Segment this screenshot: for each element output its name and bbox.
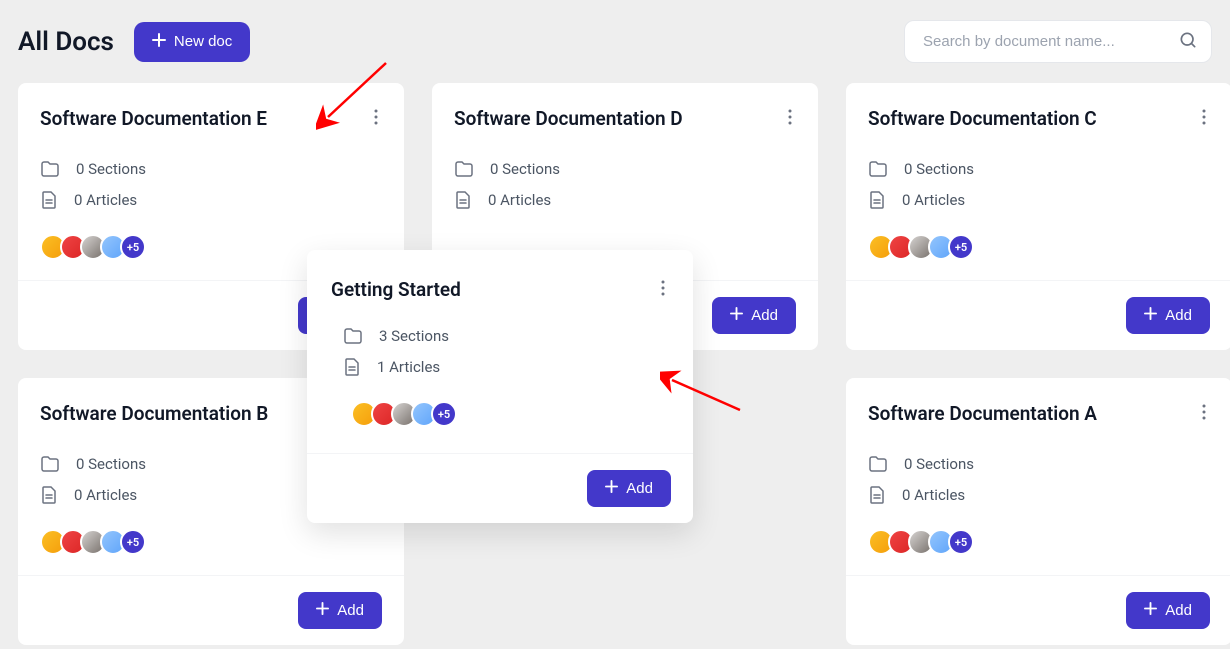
document-icon (868, 485, 886, 505)
card-title: Software Documentation B (40, 402, 268, 425)
card-footer: Add (18, 575, 404, 645)
add-label: Add (1165, 307, 1192, 324)
dots-vertical-icon (1202, 109, 1206, 125)
add-label: Add (626, 480, 653, 497)
avatar-more: +5 (431, 401, 457, 427)
add-button[interactable]: Add (587, 470, 671, 507)
articles-row: 0 Articles (868, 190, 1210, 210)
page-title: All Docs (18, 27, 114, 57)
articles-row: 0 Articles (868, 485, 1210, 505)
doc-card: Software Documentation A 0 Sections 0 Ar… (846, 378, 1230, 645)
sections-text: 3 Sections (379, 327, 449, 345)
sections-text: 0 Sections (904, 160, 974, 178)
dragged-card[interactable]: Getting Started 3 Sections 1 Articles +5… (307, 250, 693, 523)
search-wrap (904, 20, 1212, 63)
page-header: All Docs New doc (0, 0, 1230, 83)
folder-icon (40, 160, 60, 178)
add-button[interactable]: Add (298, 592, 382, 629)
sections-text: 0 Sections (904, 455, 974, 473)
dots-vertical-icon (374, 109, 378, 125)
new-doc-button[interactable]: New doc (134, 22, 250, 62)
card-footer: Add (846, 280, 1230, 350)
card-title: Software Documentation A (868, 402, 1097, 425)
articles-row: 1 Articles (331, 357, 669, 377)
card-footer: Add (846, 575, 1230, 645)
folder-icon (868, 160, 888, 178)
articles-text: 0 Articles (74, 191, 137, 209)
add-label: Add (751, 307, 778, 324)
add-button[interactable]: Add (1126, 592, 1210, 629)
card-title-row: Getting Started (331, 276, 669, 303)
avatar-more: +5 (948, 529, 974, 555)
sections-text: 0 Sections (76, 455, 146, 473)
avatar-more: +5 (120, 529, 146, 555)
search-icon (1178, 30, 1198, 54)
card-title-row: Software Documentation C (868, 105, 1210, 132)
plus-icon (152, 33, 166, 51)
folder-icon (868, 455, 888, 473)
sections-row: 0 Sections (868, 455, 1210, 473)
card-footer: Add (307, 453, 693, 523)
sections-row: 0 Sections (40, 160, 382, 178)
card-menu-button[interactable] (657, 276, 669, 303)
card-menu-button[interactable] (1198, 400, 1210, 427)
folder-icon (454, 160, 474, 178)
plus-icon (1144, 602, 1157, 619)
add-label: Add (1165, 602, 1192, 619)
avatar-more: +5 (948, 234, 974, 260)
avatar-group: +5 (40, 529, 382, 555)
articles-text: 0 Articles (488, 191, 551, 209)
articles-row: 0 Articles (40, 190, 382, 210)
folder-icon (343, 327, 363, 345)
document-icon (40, 485, 58, 505)
card-title: Software Documentation E (40, 107, 267, 130)
header-left: All Docs New doc (18, 22, 250, 62)
plus-icon (605, 480, 618, 497)
dots-vertical-icon (661, 280, 665, 296)
sections-row: 0 Sections (454, 160, 796, 178)
avatar-group: +5 (868, 234, 1210, 260)
document-icon (454, 190, 472, 210)
avatar-group: +5 (351, 401, 669, 427)
document-icon (40, 190, 58, 210)
card-title-row: Software Documentation D (454, 105, 796, 132)
new-doc-label: New doc (174, 33, 232, 50)
dots-vertical-icon (788, 109, 792, 125)
card-title-row: Software Documentation A (868, 400, 1210, 427)
card-menu-button[interactable] (784, 105, 796, 132)
card-title-row: Software Documentation E (40, 105, 382, 132)
add-label: Add (337, 602, 364, 619)
document-icon (343, 357, 361, 377)
avatar-group: +5 (868, 529, 1210, 555)
search-input[interactable] (904, 20, 1212, 63)
sections-row: 0 Sections (868, 160, 1210, 178)
articles-text: 0 Articles (902, 486, 965, 504)
sections-text: 0 Sections (490, 160, 560, 178)
articles-text: 0 Articles (902, 191, 965, 209)
sections-text: 0 Sections (76, 160, 146, 178)
document-icon (868, 190, 886, 210)
doc-card: Software Documentation C 0 Sections 0 Ar… (846, 83, 1230, 350)
card-title: Software Documentation C (868, 107, 1097, 130)
card-title: Software Documentation D (454, 107, 683, 130)
avatar-more: +5 (120, 234, 146, 260)
plus-icon (1144, 307, 1157, 324)
plus-icon (730, 307, 743, 324)
folder-icon (40, 455, 60, 473)
card-title: Getting Started (331, 278, 461, 301)
sections-row: 3 Sections (331, 327, 669, 345)
card-body: Getting Started 3 Sections 1 Articles +5 (307, 250, 693, 453)
card-body: Software Documentation C 0 Sections 0 Ar… (846, 83, 1230, 280)
articles-row: 0 Articles (454, 190, 796, 210)
dots-vertical-icon (1202, 404, 1206, 420)
articles-text: 0 Articles (74, 486, 137, 504)
card-menu-button[interactable] (1198, 105, 1210, 132)
card-menu-button[interactable] (370, 105, 382, 132)
plus-icon (316, 602, 329, 619)
add-button[interactable]: Add (1126, 297, 1210, 334)
add-button[interactable]: Add (712, 297, 796, 334)
articles-text: 1 Articles (377, 358, 440, 376)
card-body: Software Documentation A 0 Sections 0 Ar… (846, 378, 1230, 575)
